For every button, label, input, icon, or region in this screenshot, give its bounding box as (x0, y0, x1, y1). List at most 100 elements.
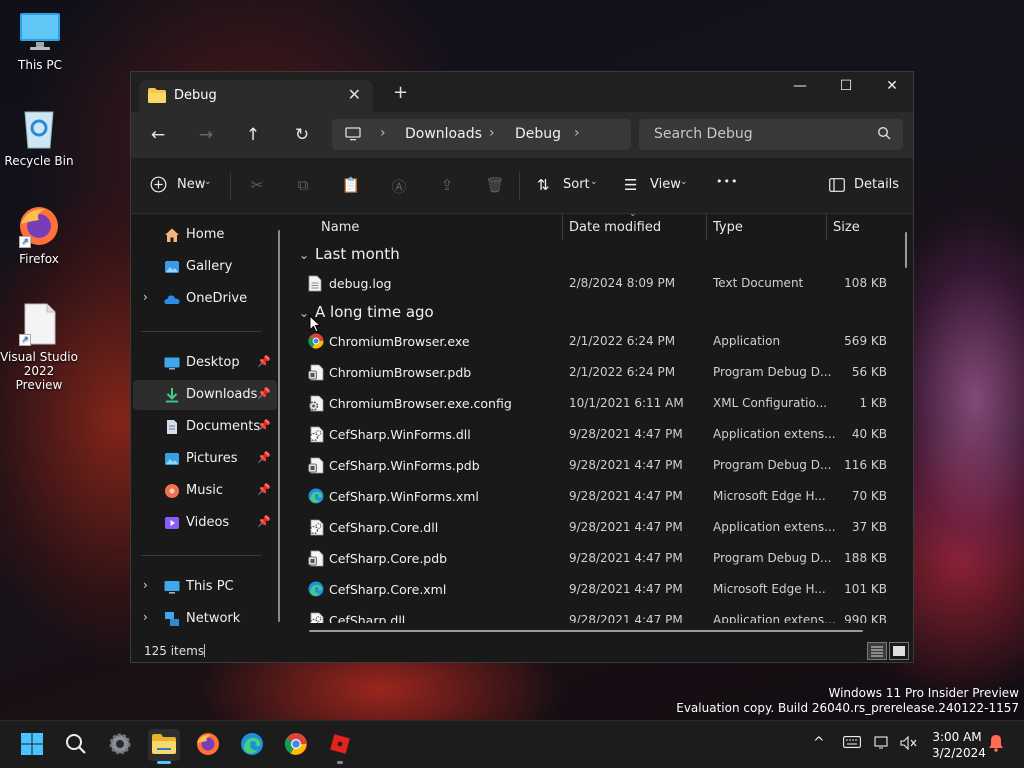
close-button[interactable]: ✕ (869, 72, 913, 102)
nav-item-network[interactable]: › Network (133, 604, 277, 634)
file-row[interactable]: ChromiumBrowser.exe 2/1/2022 6:24 PM Appli… (299, 327, 899, 355)
roblox-icon (329, 733, 351, 758)
view-button[interactable]: ☰ View ⌄ (624, 175, 690, 197)
breadcrumb-chevron-icon[interactable]: › (574, 125, 580, 141)
nav-item-gallery[interactable]: Gallery (133, 252, 277, 282)
taskbar-roblox-button[interactable] (324, 729, 356, 764)
expand-chevron-icon[interactable]: › (143, 290, 148, 304)
group-header[interactable]: ⌄ Last month (299, 245, 400, 263)
more-options-button[interactable]: ••• (716, 175, 738, 188)
file-row[interactable]: ChromiumBrowser.pdb 2/1/2022 6:24 PM Progr… (299, 358, 899, 386)
address-bar[interactable]: › Downloads › Debug › (332, 119, 631, 150)
column-header-size[interactable]: Size (833, 220, 860, 235)
cut-icon[interactable]: ✂ (247, 176, 267, 196)
item-count: 125 items (144, 644, 205, 658)
this-pc-icon[interactable] (345, 127, 361, 144)
expand-chevron-icon[interactable]: › (143, 578, 148, 592)
file-row[interactable]: CefSharp.Core.pdb 9/28/2021 4:47 PM Progra… (299, 544, 899, 572)
breadcrumb-downloads[interactable]: Downloads (405, 126, 482, 142)
taskbar-chrome-button[interactable] (280, 729, 312, 761)
column-header-type[interactable]: Type (713, 220, 743, 235)
start-button[interactable] (16, 729, 48, 761)
column-separator[interactable] (562, 214, 563, 240)
details-button[interactable]: Details (829, 175, 899, 197)
notification-bell-icon[interactable] (988, 734, 1004, 756)
network-status-icon[interactable] (874, 736, 892, 754)
title-bar[interactable]: Debug ✕ + — ☐ ✕ (131, 72, 913, 112)
nav-item-pictures[interactable]: Pictures 📌 (133, 444, 277, 474)
pin-icon[interactable]: 📌 (257, 355, 271, 368)
up-button[interactable]: ↑ (239, 122, 267, 148)
file-name: CefSharp.Core.xml (329, 582, 447, 597)
column-header-name[interactable]: Name (321, 220, 359, 235)
pin-icon[interactable]: 📌 (257, 483, 271, 496)
nav-item-this-pc[interactable]: › This PC (133, 572, 277, 602)
collapse-chevron-icon[interactable]: ⌄ (299, 248, 315, 262)
file-row[interactable]: CefSharp.dll 9/28/2021 4:47 PM Application… (299, 606, 899, 623)
copy-icon[interactable]: ⧉ (293, 176, 313, 196)
breadcrumb-chevron-icon[interactable]: › (380, 125, 386, 141)
file-row[interactable]: CefSharp.Core.dll 9/28/2021 4:47 PM Applic… (299, 513, 899, 541)
taskbar-settings-button[interactable] (104, 729, 136, 761)
expand-chevron-icon[interactable]: › (143, 610, 148, 624)
desktop-icon-recycle-bin[interactable]: Recycle Bin (0, 106, 79, 168)
file-row[interactable]: CefSharp.Core.xml 9/28/2021 4:47 PM Micros… (299, 575, 899, 603)
pin-icon[interactable]: 📌 (257, 387, 271, 400)
file-name: CefSharp.WinForms.pdb (329, 458, 480, 473)
taskbar-file-explorer-button[interactable] (148, 729, 180, 764)
plus-circle-icon (150, 176, 167, 196)
nav-item-onedrive[interactable]: › OneDrive (133, 284, 277, 314)
nav-item-music[interactable]: Music 📌 (133, 476, 277, 506)
file-row[interactable]: CefSharp.WinForms.xml 9/28/2021 4:47 PM Mi… (299, 482, 899, 510)
nav-scrollbar[interactable] (278, 230, 280, 622)
tab-debug[interactable]: Debug ✕ (139, 80, 373, 112)
column-header-date-modified[interactable]: Date modified (569, 220, 661, 235)
column-separator[interactable] (706, 214, 707, 240)
desktop-icon-visual-studio[interactable]: ↗ Visual Studio 2022 Preview (0, 302, 79, 392)
pin-icon[interactable]: 📌 (257, 451, 271, 464)
breadcrumb-chevron-icon[interactable]: › (489, 125, 495, 141)
nav-item-home[interactable]: Home (133, 220, 277, 250)
search-box[interactable]: Search Debug (639, 119, 903, 150)
file-row[interactable]: ChromiumBrowser.exe.config 10/1/2021 6:11… (299, 389, 899, 417)
new-button[interactable]: New ⌄ (150, 175, 214, 197)
keyboard-icon[interactable] (843, 736, 861, 752)
sort-button[interactable]: ⇅ Sort ⌄ (537, 175, 601, 197)
maximize-button[interactable]: ☐ (823, 72, 869, 102)
large-icons-view-toggle[interactable] (889, 642, 909, 660)
delete-icon[interactable]: 🗑 (485, 176, 505, 196)
nav-item-desktop[interactable]: Desktop 📌 (133, 348, 277, 378)
tab-close-button[interactable]: ✕ (348, 85, 361, 104)
minimize-button[interactable]: — (777, 72, 823, 102)
file-row[interactable]: CefSharp.WinForms.pdb 9/28/2021 4:47 PM Pr… (299, 451, 899, 479)
forward-button[interactable]: → (192, 122, 220, 148)
refresh-button[interactable]: ↻ (288, 122, 316, 148)
column-separator[interactable] (826, 214, 827, 240)
paste-icon[interactable]: 📋 (341, 176, 361, 196)
pin-icon[interactable]: 📌 (257, 419, 271, 432)
horizontal-scrollbar[interactable] (309, 630, 863, 632)
nav-item-downloads[interactable]: Downloads 📌 (133, 380, 277, 410)
pin-icon[interactable]: 📌 (257, 515, 271, 528)
back-button[interactable]: ← (144, 122, 172, 148)
volume-muted-icon[interactable] (900, 735, 918, 754)
share-icon[interactable]: ⇪ (437, 176, 457, 196)
taskbar-edge-button[interactable] (236, 729, 268, 761)
new-tab-button[interactable]: + (393, 82, 408, 103)
dll-file-icon (308, 426, 324, 443)
vertical-scrollbar[interactable] (905, 232, 907, 268)
desktop-icon-firefox[interactable]: ↗ Firefox (0, 204, 79, 266)
sort-icon: ⇅ (537, 176, 550, 194)
rename-icon[interactable]: Ⓐ (389, 176, 409, 196)
taskbar-search-button[interactable] (60, 729, 92, 761)
file-row[interactable]: CefSharp.WinForms.dll 9/28/2021 4:47 PM Ap… (299, 420, 899, 448)
tray-overflow-chevron-icon[interactable]: ^ (813, 735, 825, 751)
details-view-toggle[interactable] (867, 642, 887, 660)
desktop-icon-this-pc[interactable]: This PC (0, 10, 80, 72)
breadcrumb-debug[interactable]: Debug (515, 126, 561, 142)
taskbar-firefox-button[interactable] (192, 729, 224, 761)
clock[interactable]: 3:00 AM 3/2/2024 (932, 729, 986, 761)
nav-item-videos[interactable]: Videos 📌 (133, 508, 277, 538)
nav-item-documents[interactable]: Documents 📌 (133, 412, 277, 442)
file-row[interactable]: debug.log 2/8/2024 8:09 PM Text Document 10… (299, 269, 899, 297)
